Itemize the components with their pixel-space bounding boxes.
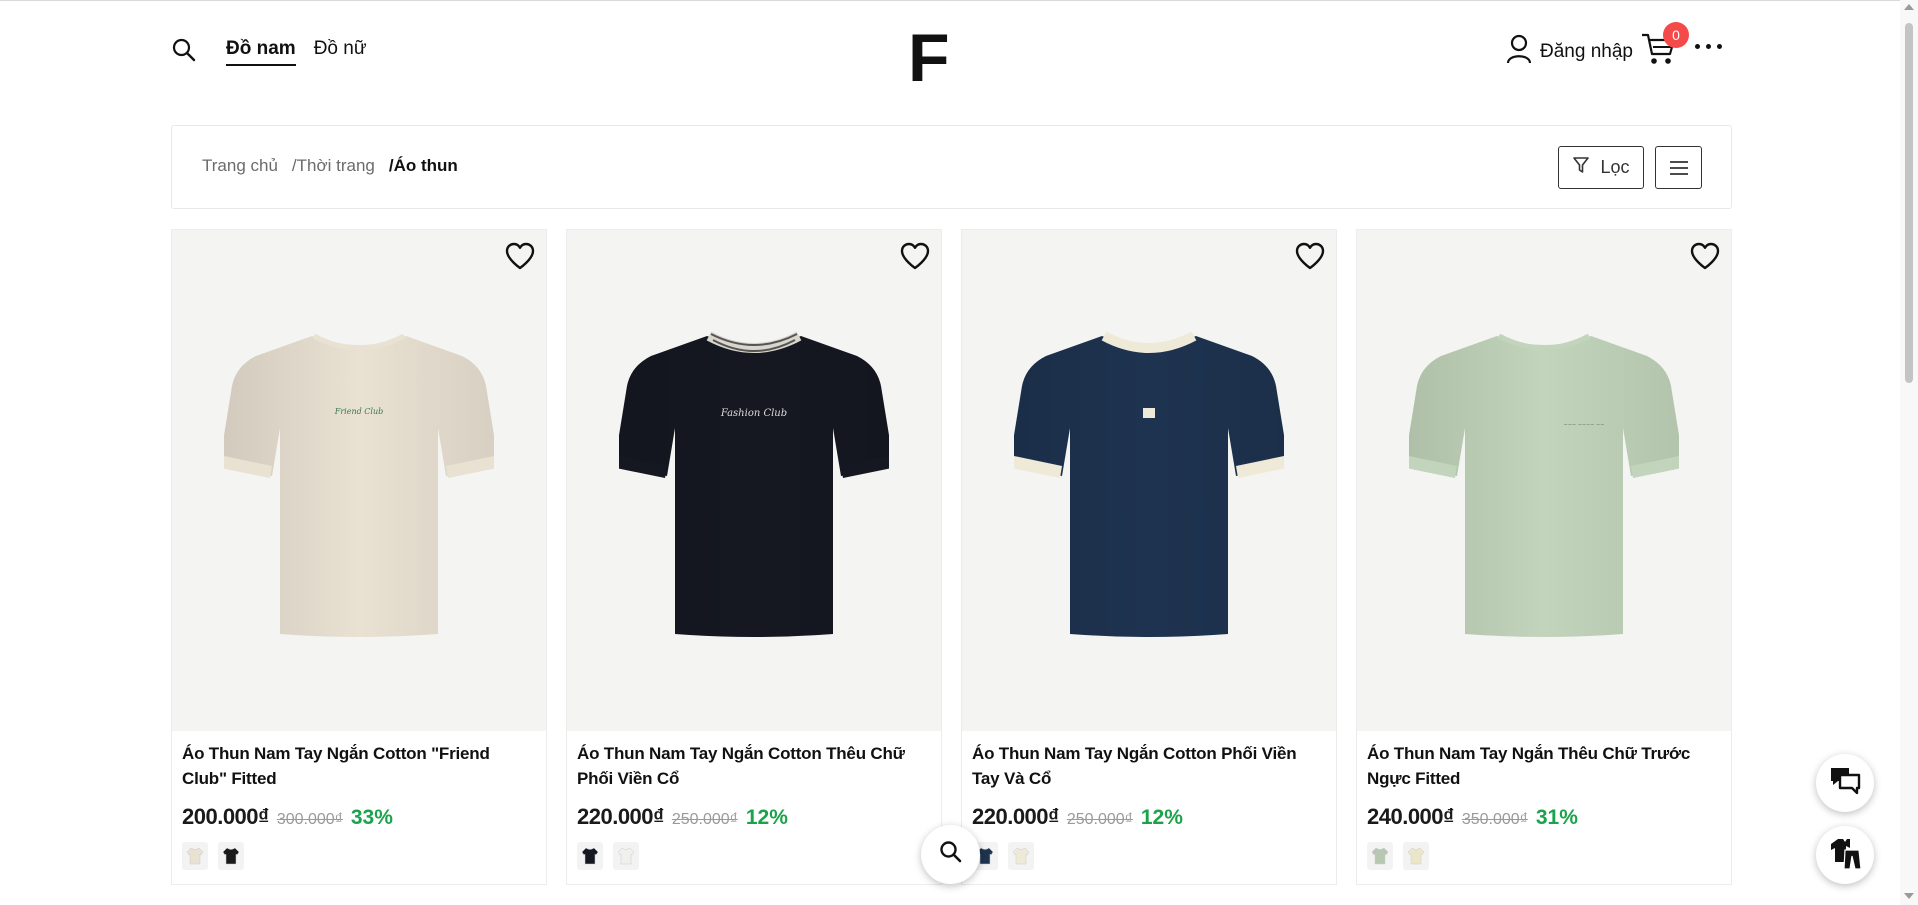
vertical-scrollbar[interactable] bbox=[1900, 0, 1918, 905]
scroll-up-arrow[interactable] bbox=[1904, 4, 1914, 10]
menu-lines-icon[interactable] bbox=[1655, 146, 1702, 189]
chat-button[interactable] bbox=[1816, 754, 1874, 812]
breadcrumb-bar: Trang chủ /Thời trang /Áo thun Lọc bbox=[171, 125, 1732, 209]
product-image[interactable]: Friend Club bbox=[172, 230, 546, 731]
color-swatches bbox=[1367, 842, 1429, 870]
price-row: 220.000₫ 250.000₫ 12% bbox=[962, 791, 1336, 830]
top-border bbox=[0, 0, 1900, 1]
svg-text:Fashion Club: Fashion Club bbox=[720, 408, 787, 419]
color-swatches bbox=[577, 842, 639, 870]
price-row: 200.000₫ 300.000₫ 33% bbox=[172, 791, 546, 830]
svg-text:~~~ ~~~~ ~~: ~~~ ~~~~ ~~ bbox=[1564, 422, 1605, 428]
product-old-price: 350.000₫ bbox=[1461, 811, 1528, 828]
product-discount: 31% bbox=[1535, 806, 1578, 829]
tshirt-image: Friend Club bbox=[224, 333, 494, 637]
outfit-button[interactable] bbox=[1816, 826, 1874, 884]
color-swatch[interactable] bbox=[1367, 842, 1393, 870]
cart-icon bbox=[1641, 33, 1677, 70]
product-price: 220.000₫ bbox=[577, 804, 664, 829]
product-old-price: 300.000₫ bbox=[276, 811, 343, 828]
tshirt-image: ~~~ ~~~~ ~~ bbox=[1409, 333, 1679, 637]
product-discount: 12% bbox=[745, 806, 788, 829]
more-dots-icon[interactable] bbox=[1695, 44, 1722, 49]
product-old-price: 250.000₫ bbox=[1066, 811, 1133, 828]
outfit-icon bbox=[1828, 836, 1862, 875]
color-swatch[interactable] bbox=[182, 842, 208, 870]
product-name[interactable]: Áo Thun Nam Tay Ngắn Cotton Thêu Chữ Phố… bbox=[567, 731, 941, 791]
product-discount: 12% bbox=[1140, 806, 1183, 829]
chat-bubbles-icon bbox=[1829, 766, 1861, 801]
nav-women[interactable]: Đồ nữ bbox=[314, 38, 367, 66]
floating-search-button[interactable] bbox=[921, 825, 980, 884]
color-swatches bbox=[182, 842, 244, 870]
search-icon[interactable] bbox=[171, 37, 197, 63]
site-header: Đồ nam Đồ nữ F Đăng nhập 0 bbox=[171, 20, 1731, 92]
tshirt-image: Fashion Club bbox=[619, 331, 889, 637]
filter-button[interactable]: Lọc bbox=[1558, 146, 1644, 189]
heart-icon[interactable] bbox=[1689, 240, 1721, 272]
color-swatch[interactable] bbox=[1008, 842, 1034, 870]
color-swatch[interactable] bbox=[218, 842, 244, 870]
product-grid: Friend Club Áo Thun Nam Tay Ngắn Cotton … bbox=[171, 229, 1732, 885]
price-row: 220.000₫ 250.000₫ 12% bbox=[567, 791, 941, 830]
scroll-down-arrow[interactable] bbox=[1904, 893, 1914, 899]
breadcrumb-fashion[interactable]: /Thời trang bbox=[292, 156, 375, 176]
product-price: 200.000₫ bbox=[182, 804, 269, 829]
color-swatches bbox=[972, 842, 1034, 870]
tshirt-image bbox=[1014, 331, 1284, 637]
scroll-thumb[interactable] bbox=[1905, 23, 1913, 383]
product-name[interactable]: Áo Thun Nam Tay Ngắn Thêu Chữ Trước Ngực… bbox=[1357, 731, 1731, 791]
filter-icon bbox=[1572, 156, 1590, 179]
product-name[interactable]: Áo Thun Nam Tay Ngắn Cotton "Friend Club… bbox=[172, 731, 546, 791]
breadcrumb-home[interactable]: Trang chủ bbox=[202, 156, 278, 176]
product-discount: 33% bbox=[350, 806, 393, 829]
color-swatch[interactable] bbox=[1403, 842, 1429, 870]
product-card[interactable]: Áo Thun Nam Tay Ngắn Cotton Phối Viền Ta… bbox=[961, 229, 1337, 885]
nav-men[interactable]: Đồ nam bbox=[226, 38, 296, 66]
product-image[interactable]: Fashion Club bbox=[567, 230, 941, 731]
heart-icon[interactable] bbox=[1294, 240, 1326, 272]
breadcrumb-current: /Áo thun bbox=[388, 156, 458, 175]
cart-button[interactable]: 0 bbox=[1641, 22, 1689, 66]
heart-icon[interactable] bbox=[899, 240, 931, 272]
main-nav: Đồ nam Đồ nữ bbox=[226, 38, 367, 66]
product-price: 240.000₫ bbox=[1367, 804, 1454, 829]
price-row: 240.000₫ 350.000₫ 31% bbox=[1357, 791, 1731, 830]
color-swatch[interactable] bbox=[613, 842, 639, 870]
color-swatch[interactable] bbox=[577, 842, 603, 870]
product-image[interactable] bbox=[962, 230, 1336, 731]
product-name[interactable]: Áo Thun Nam Tay Ngắn Cotton Phối Viền Ta… bbox=[962, 731, 1336, 791]
product-old-price: 250.000₫ bbox=[671, 811, 738, 828]
user-icon bbox=[1506, 34, 1532, 70]
filter-label: Lọc bbox=[1600, 157, 1630, 177]
product-card[interactable]: Friend Club Áo Thun Nam Tay Ngắn Cotton … bbox=[171, 229, 547, 885]
product-card[interactable]: Fashion Club Áo Thun Nam Tay Ngắn Cotton… bbox=[566, 229, 942, 885]
heart-icon[interactable] bbox=[504, 240, 536, 272]
breadcrumb: Trang chủ /Thời trang /Áo thun bbox=[202, 156, 458, 176]
site-logo[interactable]: F bbox=[908, 24, 950, 92]
product-image[interactable]: ~~~ ~~~~ ~~ bbox=[1357, 230, 1731, 731]
search-icon bbox=[938, 839, 964, 870]
product-card[interactable]: ~~~ ~~~~ ~~ Áo Thun Nam Tay Ngắn Thêu Ch… bbox=[1356, 229, 1732, 885]
cart-count-badge: 0 bbox=[1663, 22, 1689, 48]
login-link[interactable]: Đăng nhập bbox=[1506, 34, 1633, 70]
svg-text:Friend Club: Friend Club bbox=[334, 407, 383, 416]
login-label: Đăng nhập bbox=[1540, 41, 1633, 62]
product-price: 220.000₫ bbox=[972, 804, 1059, 829]
